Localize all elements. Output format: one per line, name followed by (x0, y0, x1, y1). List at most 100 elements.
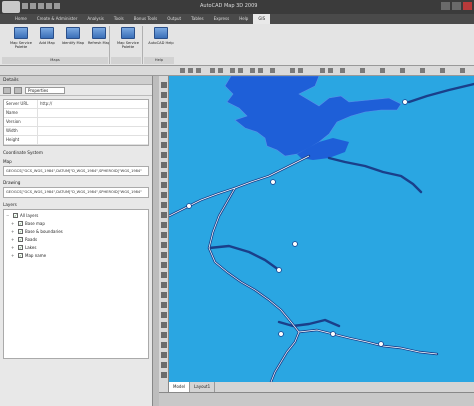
toolbar-icon[interactable] (440, 68, 445, 73)
vertical-tool-icon[interactable] (161, 232, 167, 238)
panel-tool-button[interactable] (14, 86, 22, 94)
tab-help[interactable]: Help (234, 14, 253, 24)
vertical-tool-icon[interactable] (161, 322, 167, 328)
tab-bonus-tools[interactable]: Bonus Tools (129, 14, 162, 24)
toolbar-icon[interactable] (340, 68, 345, 73)
vertical-tool-icon[interactable] (161, 332, 167, 338)
layer-checkbox[interactable]: ✓ (18, 253, 23, 259)
vertical-tool-icon[interactable] (161, 242, 167, 248)
map-marker[interactable] (276, 267, 282, 273)
layer-checkbox[interactable]: ✓ (18, 245, 23, 251)
toolbar-icon[interactable] (328, 68, 333, 73)
layer-item[interactable]: + ✓ Base map (6, 220, 146, 228)
tab-home[interactable]: Home (10, 14, 32, 24)
vertical-tool-icon[interactable] (161, 182, 167, 188)
expand-icon[interactable]: + (11, 221, 16, 226)
layer-checkbox[interactable]: ✓ (13, 213, 18, 219)
toolbar-icon[interactable] (380, 68, 385, 73)
vertical-tool-icon[interactable] (161, 372, 167, 378)
maximize-button[interactable] (452, 2, 461, 10)
expand-icon[interactable]: − (6, 213, 11, 218)
tab-tools[interactable]: Tools (109, 14, 129, 24)
map-marker[interactable] (378, 341, 384, 347)
vertical-tool-icon[interactable] (161, 162, 167, 168)
toolbar-icon[interactable] (230, 68, 235, 73)
map-marker[interactable] (330, 331, 336, 337)
tab-create-administer[interactable]: Create & Administer (32, 14, 83, 24)
property-value[interactable] (38, 118, 148, 126)
layer-checkbox[interactable]: ✓ (18, 237, 23, 243)
new-icon[interactable] (22, 3, 28, 9)
toolbar-icon[interactable] (420, 68, 425, 73)
toolbar-icon[interactable] (460, 68, 465, 73)
close-button[interactable] (463, 2, 472, 10)
tab-gis[interactable]: GIS (253, 14, 271, 24)
tab-layout1[interactable]: Layout1 (190, 382, 216, 392)
layer-item[interactable]: + ✓ Map name (6, 252, 146, 260)
save-icon[interactable] (38, 3, 44, 9)
map-service-palette-button-2[interactable]: Map Service Palette (111, 27, 145, 55)
vertical-tool-icon[interactable] (161, 312, 167, 318)
property-value[interactable] (38, 109, 148, 117)
vertical-tool-icon[interactable] (161, 82, 167, 88)
vertical-tool-icon[interactable] (161, 212, 167, 218)
layer-item[interactable]: + ✓ Roads (6, 236, 146, 244)
map-marker[interactable] (278, 331, 284, 337)
vertical-tool-icon[interactable] (161, 122, 167, 128)
toolbar-icon[interactable] (210, 68, 215, 73)
vertical-tool-icon[interactable] (161, 282, 167, 288)
vertical-tool-icon[interactable] (161, 262, 167, 268)
autocad-help-button[interactable]: AutoCAD Help (144, 27, 178, 55)
toolbar-icon[interactable] (196, 68, 201, 73)
map-marker[interactable] (292, 241, 298, 247)
toolbar-icon[interactable] (238, 68, 243, 73)
toolbar-icon[interactable] (400, 68, 405, 73)
map-selector[interactable]: Properties (25, 86, 65, 94)
vertical-tool-icon[interactable] (161, 222, 167, 228)
layer-checkbox[interactable]: ✓ (18, 229, 23, 235)
vertical-tool-icon[interactable] (161, 302, 167, 308)
expand-icon[interactable]: + (11, 253, 16, 258)
toolbar-icon[interactable] (218, 68, 223, 73)
panel-tool-button[interactable] (3, 86, 11, 94)
tab-model[interactable]: Model (169, 382, 191, 392)
toolbar-icon[interactable] (188, 68, 193, 73)
minimize-button[interactable] (441, 2, 450, 10)
layer-checkbox[interactable]: ✓ (18, 221, 23, 227)
vertical-tool-icon[interactable] (161, 192, 167, 198)
vertical-tool-icon[interactable] (161, 102, 167, 108)
layer-item[interactable]: + ✓ Lakes (6, 244, 146, 252)
toolbar-icon[interactable] (250, 68, 255, 73)
toolbar-icon[interactable] (180, 68, 185, 73)
tab-analysis[interactable]: Analysis (82, 14, 108, 24)
toolbar-icon[interactable] (258, 68, 263, 73)
vertical-tool-icon[interactable] (161, 152, 167, 158)
undo-icon[interactable] (46, 3, 52, 9)
vertical-tool-icon[interactable] (161, 112, 167, 118)
vertical-tool-icon[interactable] (161, 252, 167, 258)
redo-icon[interactable] (54, 3, 60, 9)
tab-tables[interactable]: Tables (186, 14, 208, 24)
toolbar-icon[interactable] (290, 68, 295, 73)
toolbar-icon[interactable] (360, 68, 365, 73)
toolbar-icon[interactable] (298, 68, 303, 73)
map-canvas[interactable] (169, 76, 474, 382)
vertical-tool-icon[interactable] (161, 352, 167, 358)
vertical-tool-icon[interactable] (161, 172, 167, 178)
toolbar-icon[interactable] (270, 68, 275, 73)
vertical-tool-icon[interactable] (161, 272, 167, 278)
map-marker[interactable] (402, 99, 408, 105)
map-marker[interactable] (186, 203, 192, 209)
expand-icon[interactable]: + (11, 229, 16, 234)
vertical-tool-icon[interactable] (161, 92, 167, 98)
vertical-tool-icon[interactable] (161, 362, 167, 368)
tab-express[interactable]: Express (209, 14, 235, 24)
vertical-tool-icon[interactable] (161, 142, 167, 148)
vertical-tool-icon[interactable] (161, 292, 167, 298)
tab-output[interactable]: Output (162, 14, 186, 24)
application-menu-button[interactable] (2, 1, 20, 13)
layer-item[interactable]: − ✓ All layers (6, 212, 146, 220)
map-marker[interactable] (270, 179, 276, 185)
open-icon[interactable] (30, 3, 36, 9)
toolbar-icon[interactable] (320, 68, 325, 73)
